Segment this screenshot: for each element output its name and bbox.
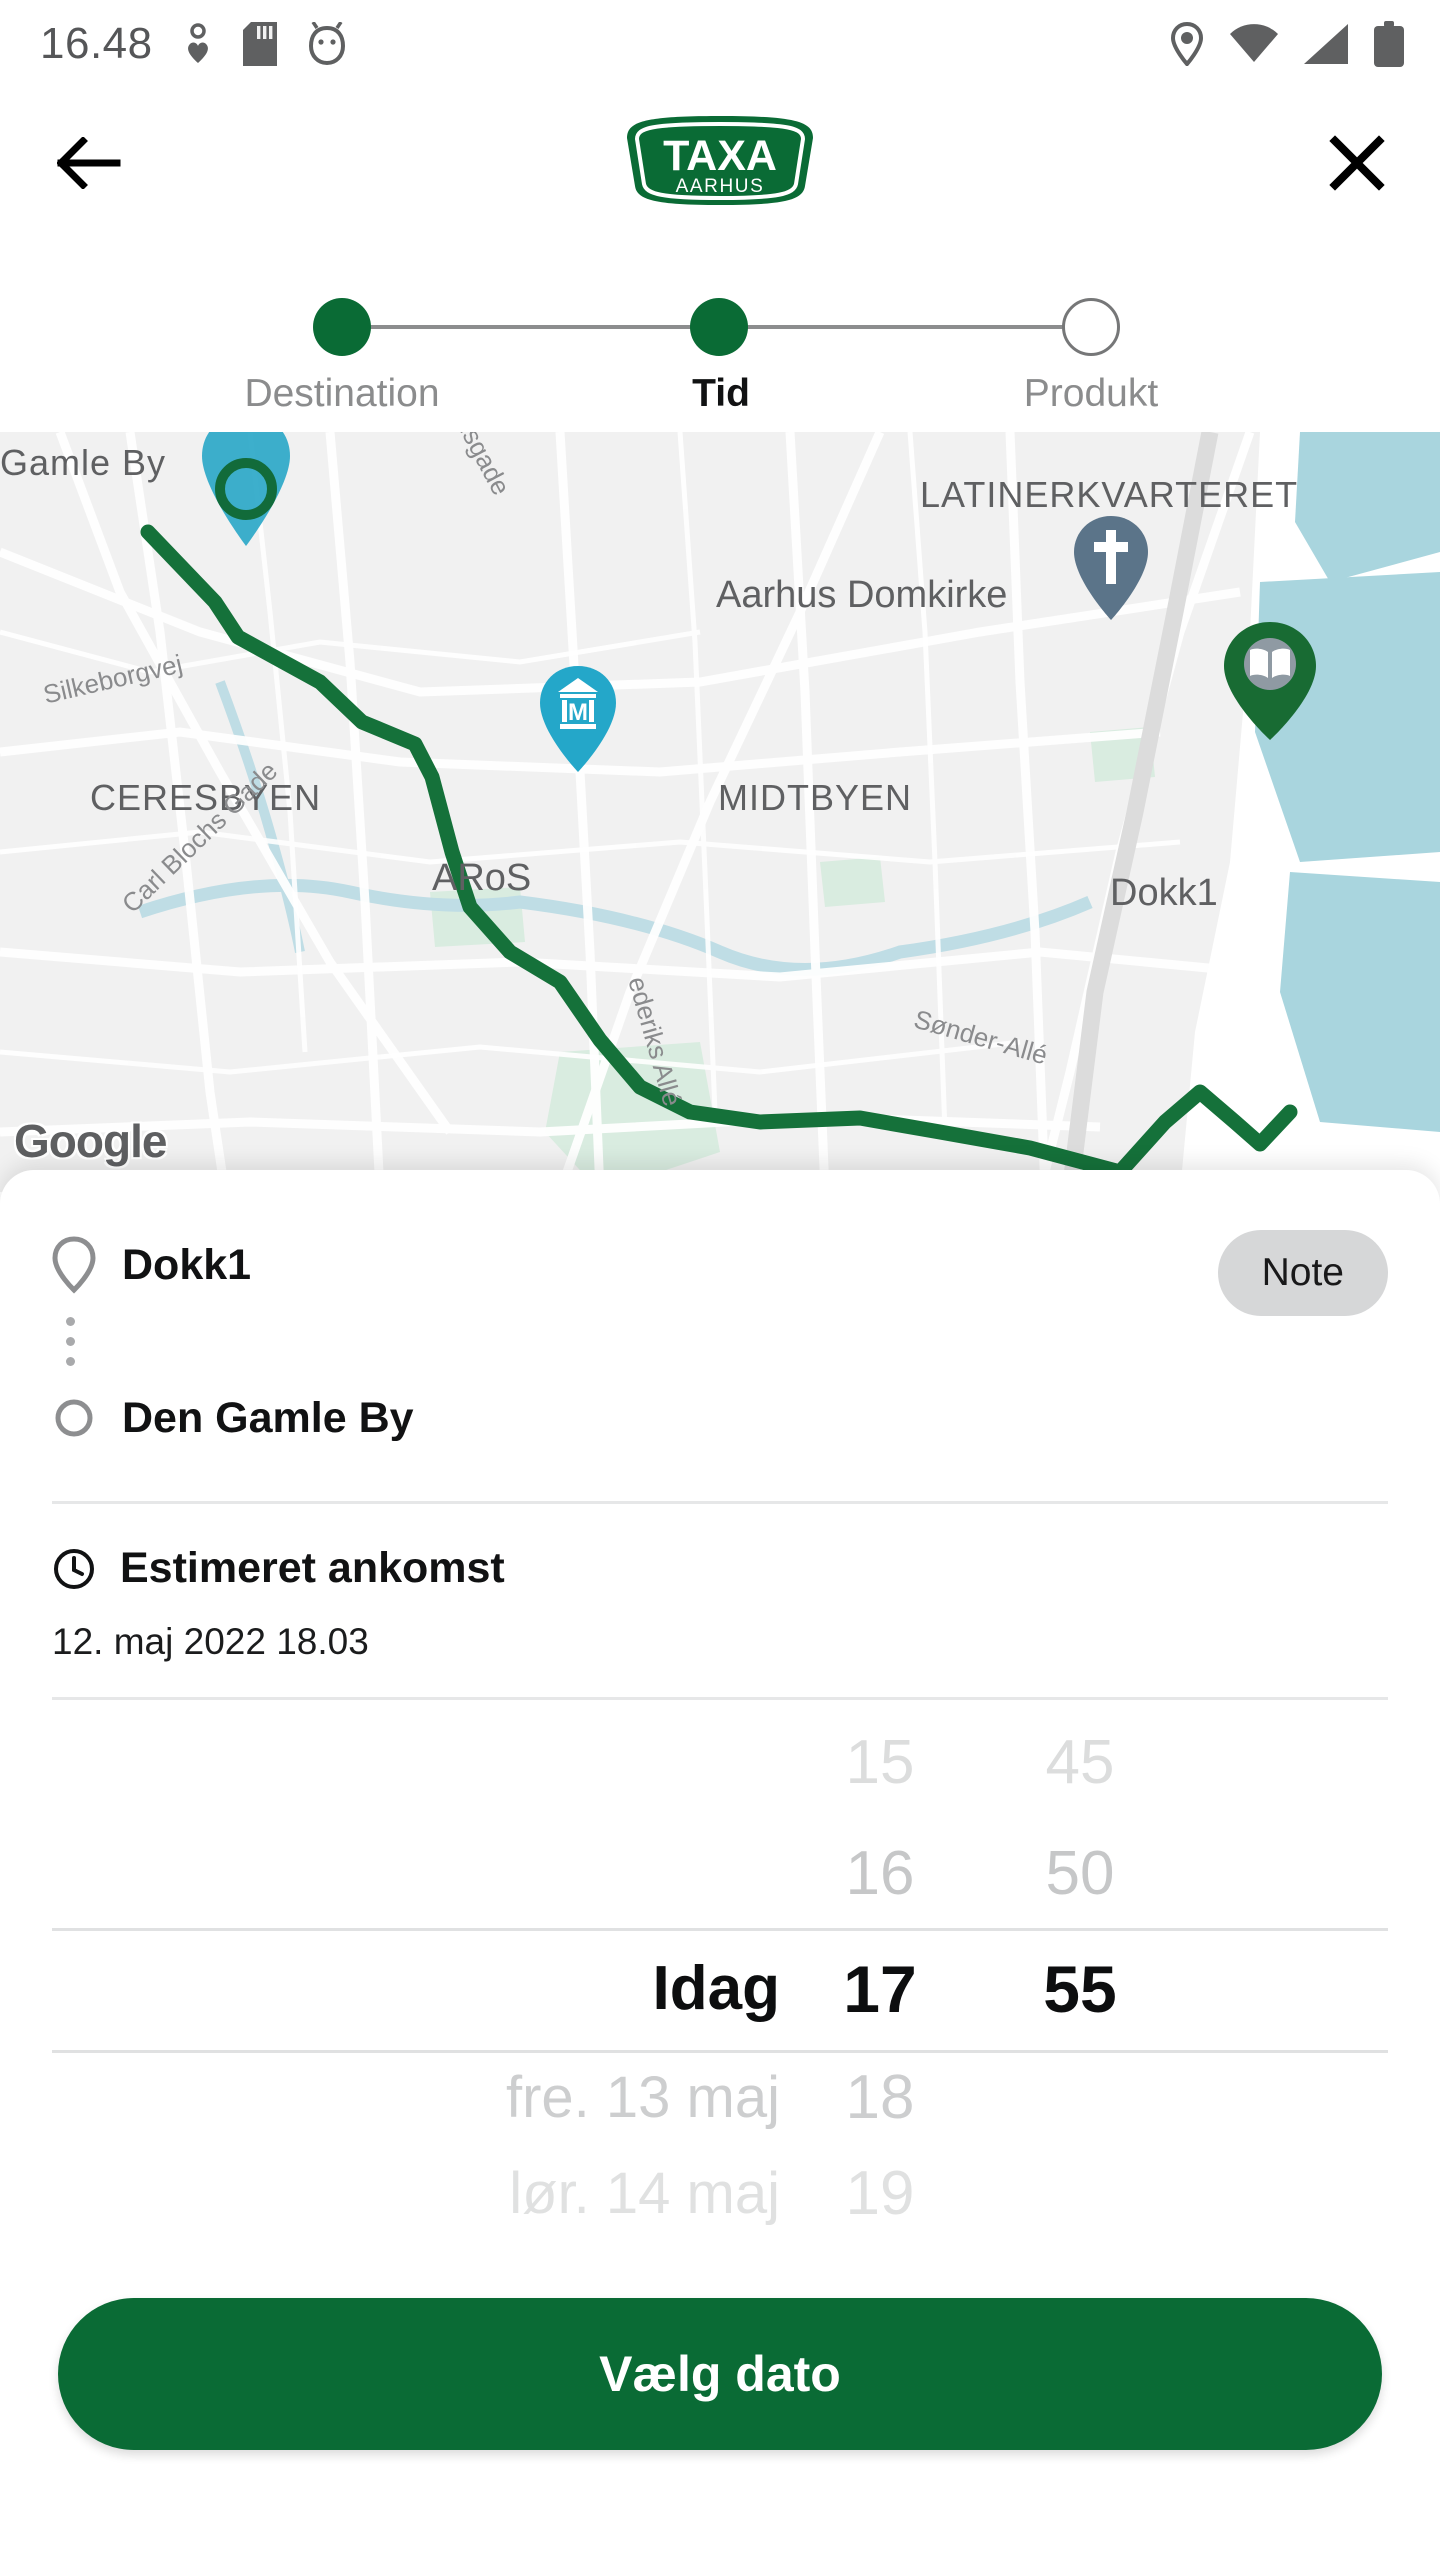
back-button[interactable]: [50, 124, 128, 202]
picker-hour-item[interactable]: 18: [800, 2050, 960, 2146]
picker-minute-item[interactable]: 45: [1000, 1706, 1160, 1820]
status-bar-left: 16.48: [40, 19, 347, 69]
note-button[interactable]: Note: [1217, 1230, 1388, 1316]
route-dot: [66, 1317, 75, 1326]
stepper-labels: Destination Tid Produkt: [0, 372, 1440, 428]
picker-minute-selected[interactable]: 55: [1000, 1928, 1160, 2050]
route-summary: Dokk1 Den Gamle By Note: [0, 1170, 1440, 1449]
stepper-connector-1: [360, 325, 720, 329]
route-dot: [66, 1357, 75, 1366]
stepper-label-destination[interactable]: Destination: [142, 372, 542, 416]
current-location-ring-icon: [215, 458, 277, 520]
status-bar: 16.48: [0, 0, 1440, 88]
picker-hour-item[interactable]: 15: [800, 1706, 960, 1820]
picker-column-hour[interactable]: 15 16 17 18 19: [800, 1706, 960, 2228]
status-bar-right: [1170, 21, 1404, 67]
close-button[interactable]: [1318, 124, 1396, 202]
picker-date-item[interactable]: lør. 14 maj: [180, 2146, 780, 2242]
route-connector-dots: [66, 1296, 1388, 1387]
stepper-dot-destination[interactable]: [313, 298, 371, 356]
datetime-picker[interactable]: Idag fre. 13 maj lør. 14 maj 15 16 17 18…: [0, 1706, 1440, 2228]
stepper-track: [0, 298, 1440, 356]
destination-pin-gamle-by[interactable]: [198, 432, 294, 550]
map-label-gamle-by: Gamle By: [0, 442, 167, 483]
map-label-latinerkvarteret: LATINERKVARTERET: [920, 474, 1299, 515]
taxa-logo-icon: TAXA AARHUS: [627, 116, 813, 205]
taxa-logo-secondary: AARHUS: [676, 176, 765, 197]
eta-section: Estimeret ankomst 12. maj 2022 18.03: [0, 1504, 1440, 1697]
app-screen: 16.48 TAXA AARHUS Destination Tid Produk…: [0, 0, 1440, 2560]
stepper-label-produkt[interactable]: Produkt: [891, 372, 1291, 416]
picker-hour-item[interactable]: 16: [800, 1820, 960, 1928]
pickup-pin-icon: [52, 1236, 96, 1294]
picker-minute-item[interactable]: 50: [1000, 1820, 1160, 1928]
church-pin-icon: [1074, 516, 1148, 620]
route-dropoff-row[interactable]: Den Gamle By: [52, 1387, 1388, 1449]
taxa-logo-primary: TAXA: [663, 132, 777, 180]
google-attribution: Google: [14, 1115, 167, 1167]
map-label-aros: ARoS: [432, 857, 532, 899]
route-pickup-row[interactable]: Dokk1: [52, 1234, 1388, 1296]
select-date-button[interactable]: Vælg dato: [58, 2298, 1382, 2450]
map-label-midtbyen: MIDTBYEN: [718, 777, 913, 818]
close-icon: [1329, 135, 1385, 191]
wifi-icon: [1230, 24, 1278, 62]
picker-minute-item[interactable]: [1000, 2146, 1160, 2242]
back-arrow-icon: [57, 137, 121, 189]
taxa-aarhus-logo: TAXA AARHUS: [605, 108, 835, 218]
picker-hour-item[interactable]: 19: [800, 2146, 960, 2242]
library-pin-icon: [1224, 622, 1316, 740]
museum-pin-icon: M: [540, 666, 616, 772]
stepper-dot-produkt[interactable]: [1062, 298, 1120, 356]
bluetooth-heart-icon: [187, 23, 208, 63]
clock-icon: [54, 1548, 94, 1589]
picker-minute-item[interactable]: [1000, 2050, 1160, 2146]
picker-column-minute[interactable]: 45 50 55: [1000, 1706, 1160, 2226]
route-dropoff-label: Den Gamle By: [122, 1393, 414, 1442]
route-pickup-label: Dokk1: [122, 1240, 252, 1289]
eta-header: Estimeret ankomst: [52, 1544, 1388, 1593]
map-label-dokk1: Dokk1: [1110, 872, 1218, 914]
picker-date-item[interactable]: [180, 1706, 780, 1820]
library-pin-dokk1[interactable]: [1222, 620, 1318, 744]
stepper-dot-tid[interactable]: [690, 298, 748, 356]
battery-icon: [1374, 21, 1404, 67]
route-map[interactable]: Gamle By LATINERKVARTERET Aarhus Domkirk…: [0, 432, 1440, 1192]
eta-title: Estimeret ankomst: [120, 1544, 505, 1592]
sd-card-icon: [242, 22, 277, 66]
svg-text:M: M: [568, 699, 588, 726]
picker-date-item[interactable]: fre. 13 maj: [180, 2050, 780, 2146]
eta-value: 12. maj 2022 18.03: [52, 1621, 369, 1662]
status-bar-clock: 16.48: [40, 19, 153, 68]
picker-hour-selected[interactable]: 17: [800, 1928, 960, 2050]
map-label-domkirke: Aarhus Domkirke: [716, 574, 1008, 616]
picker-date-item[interactable]: [180, 1820, 780, 1928]
android-debug-icon: [308, 22, 345, 66]
route-dot: [66, 1337, 75, 1346]
cellular-signal-icon: [1304, 24, 1348, 64]
divider-eta: [52, 1697, 1388, 1700]
stepper-label-tid[interactable]: Tid: [521, 372, 921, 416]
picker-column-date[interactable]: Idag fre. 13 maj lør. 14 maj: [180, 1706, 780, 2226]
picker-date-selected[interactable]: Idag: [180, 1928, 780, 2050]
museum-pin-aros[interactable]: M: [538, 664, 618, 776]
stepper-connector-2: [730, 325, 1090, 329]
location-icon: [1170, 22, 1204, 66]
church-pin-domkirke[interactable]: [1072, 514, 1150, 624]
booking-stepper: Destination Tid Produkt: [0, 250, 1440, 430]
dropoff-circle-icon: [55, 1399, 93, 1437]
app-bar: TAXA AARHUS: [0, 88, 1440, 238]
